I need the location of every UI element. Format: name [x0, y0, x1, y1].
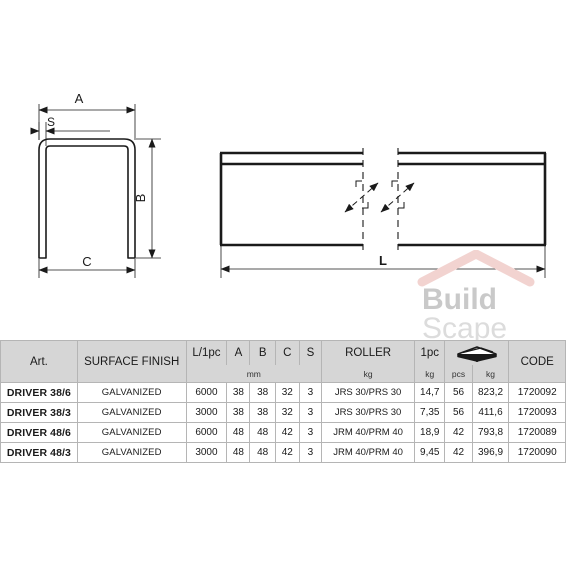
side-view-drawing: L: [219, 148, 547, 278]
cell-weight-1pc: 14,7: [414, 382, 446, 403]
cell-length: 3000: [185, 402, 228, 423]
col-header-art: Art.: [0, 340, 78, 383]
col-header-a: A: [226, 340, 251, 365]
col-header-length: L/1pc: [185, 340, 228, 365]
pallet-icon: [455, 345, 499, 362]
cell-roller: JRM 40/PRM 40: [321, 422, 416, 443]
subheader-roller-kg: kg: [321, 365, 416, 383]
channel-wall-path: [38, 138, 136, 259]
cell-pallet-pcs: 42: [444, 442, 473, 463]
cell-b: 38: [249, 402, 276, 423]
cell-a: 38: [226, 382, 251, 403]
table-body: DRIVER 38/6 GALVANIZED 6000 38 38 32 3 JRS 30/P…: [0, 382, 566, 463]
cell-s: 3: [298, 442, 323, 463]
cell-s: 3: [298, 402, 323, 423]
cell-pallet-kg: 823,2: [471, 382, 510, 403]
cell-roller: JRM 40/PRM 40: [321, 442, 416, 463]
col-header-s: S: [298, 340, 323, 365]
cell-code: 1720089: [508, 422, 566, 443]
cell-c: 42: [274, 442, 300, 463]
cell-pallet-pcs: 56: [444, 402, 473, 423]
table-header-row: Art. SURFACE FINISH L/1pc A B C S ROLLER…: [0, 340, 566, 383]
cell-a: 38: [226, 402, 251, 423]
specification-table: Art. SURFACE FINISH L/1pc A B C S ROLLER…: [0, 340, 566, 463]
cell-art: DRIVER 38/6: [0, 382, 78, 403]
table-row[interactable]: DRIVER 48/6 GALVANIZED 6000 48 48 42 3 JRM 40/P…: [0, 422, 566, 443]
cell-length: 3000: [185, 442, 228, 463]
cell-pallet-kg: 396,9: [471, 442, 510, 463]
cell-pallet-kg: 411,6: [471, 402, 510, 423]
technical-drawing-svg: A S B C L: [30, 91, 547, 278]
table-row[interactable]: DRIVER 48/3 GALVANIZED 3000 48 48 42 3 JRM 40/P…: [0, 442, 566, 463]
cross-section-drawing: A S B C: [30, 91, 161, 278]
subheader-pallet-kg: kg: [471, 365, 510, 383]
cell-surface-finish: GALVANIZED: [76, 402, 187, 423]
cell-surface-finish: GALVANIZED: [76, 422, 187, 443]
table-head: Art. SURFACE FINISH L/1pc A B C S ROLLER…: [0, 340, 566, 383]
dimension-c-label: C: [82, 254, 91, 269]
cell-pallet-pcs: 42: [444, 422, 473, 443]
cell-pallet-kg: 793,8: [471, 422, 510, 443]
col-header-c: C: [274, 340, 300, 365]
subheader-mm: mm: [185, 365, 323, 383]
cell-code: 1720093: [508, 402, 566, 423]
cell-weight-1pc: 9,45: [414, 442, 446, 463]
cell-s: 3: [298, 422, 323, 443]
side-view-left-segment: [219, 151, 363, 247]
dimension-l-label: L: [379, 253, 387, 268]
table-row[interactable]: DRIVER 38/6 GALVANIZED 6000 38 38 32 3 JRS 30/P…: [0, 382, 566, 403]
cell-s: 3: [298, 382, 323, 403]
col-header-b: B: [249, 340, 276, 365]
col-header-surface-finish: SURFACE FINISH: [76, 340, 187, 383]
cell-art: DRIVER 38/3: [0, 402, 78, 423]
cell-art: DRIVER 48/6: [0, 422, 78, 443]
subheader-weight-kg: kg: [414, 365, 446, 383]
dimension-b-label: B: [133, 194, 148, 203]
cell-art: DRIVER 48/3: [0, 442, 78, 463]
cell-length: 6000: [185, 422, 228, 443]
subheader-pallet-pcs: pcs: [444, 365, 473, 383]
cell-b: 48: [249, 442, 276, 463]
dimension-s-label: S: [47, 115, 55, 129]
side-view-right-segment: [398, 151, 547, 247]
cell-b: 38: [249, 382, 276, 403]
cell-length: 6000: [185, 382, 228, 403]
cell-b: 48: [249, 422, 276, 443]
cell-roller: JRS 30/PRS 30: [321, 402, 416, 423]
col-header-roller: ROLLER: [321, 340, 416, 365]
col-header-weight-1pc: 1pc: [414, 340, 446, 365]
dimension-a-label: A: [75, 91, 84, 106]
cell-surface-finish: GALVANIZED: [76, 442, 187, 463]
cell-code: 1720092: [508, 382, 566, 403]
cell-c: 32: [274, 382, 300, 403]
technical-drawing-area: A S B C L Build Scape: [0, 0, 566, 344]
cell-roller: JRS 30/PRS 30: [321, 382, 416, 403]
cell-a: 48: [226, 442, 251, 463]
cell-a: 48: [226, 422, 251, 443]
cell-c: 32: [274, 402, 300, 423]
cell-code: 1720090: [508, 442, 566, 463]
cell-pallet-pcs: 56: [444, 382, 473, 403]
cell-surface-finish: GALVANIZED: [76, 382, 187, 403]
col-header-pallet: [444, 340, 510, 365]
cell-weight-1pc: 18,9: [414, 422, 446, 443]
cell-c: 42: [274, 422, 300, 443]
col-header-code: CODE: [508, 340, 566, 383]
cell-weight-1pc: 7,35: [414, 402, 446, 423]
table-row[interactable]: DRIVER 38/3 GALVANIZED 3000 38 38 32 3 JRS 30/P…: [0, 402, 566, 423]
channel-profile-outline: [38, 138, 136, 259]
